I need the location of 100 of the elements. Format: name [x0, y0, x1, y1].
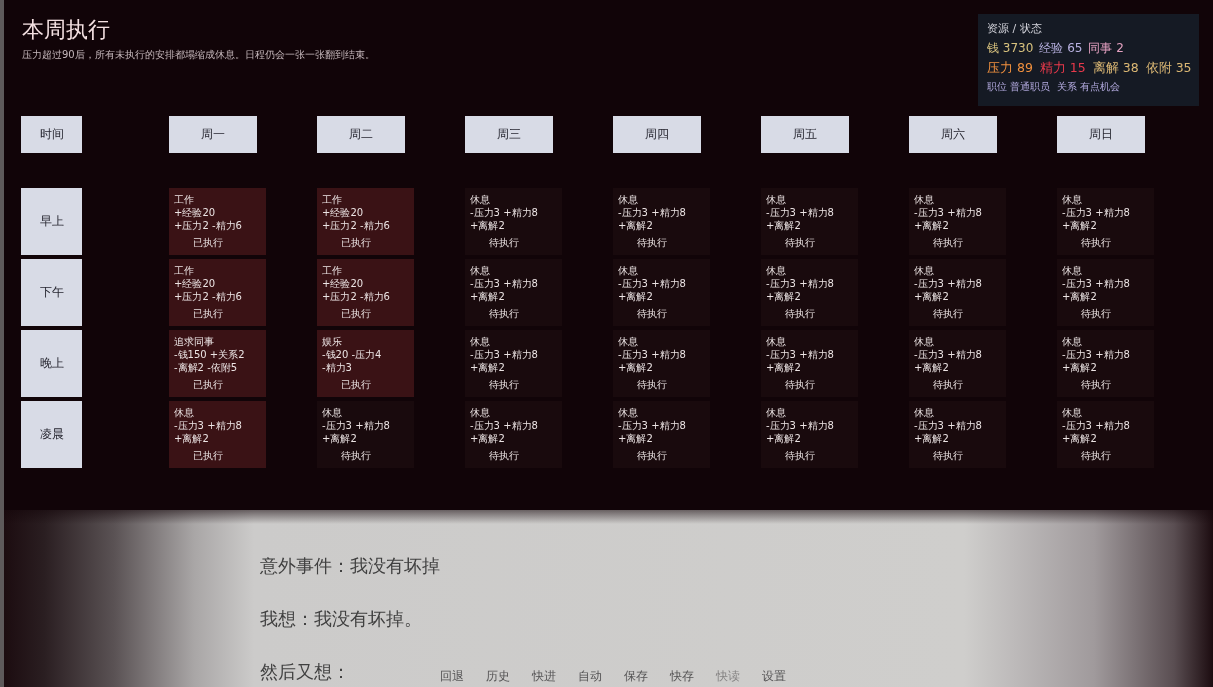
- status-text: 待执行: [1080, 307, 1111, 320]
- info-text: 职位 普通职员: [987, 80, 1051, 93]
- activity-name: 休息: [1062, 335, 1082, 348]
- effect-text: +离解2: [914, 290, 949, 303]
- effect-text: +离解2: [914, 219, 949, 232]
- effect-text: -压力3 +精力8: [470, 348, 538, 361]
- activity-name: 休息: [470, 335, 490, 348]
- effect-text: -压力3 +精力8: [1062, 206, 1130, 219]
- effect-text: -精力3: [322, 361, 352, 374]
- effect-text: +压力2 -精力6: [322, 219, 390, 232]
- activity-name: 休息: [618, 335, 638, 348]
- activity-name: 休息: [914, 406, 934, 419]
- status-text: 已执行: [340, 378, 371, 391]
- activity-name: 休息: [470, 193, 490, 206]
- activity-name: 休息: [618, 406, 638, 419]
- time-slot-label: 早上: [21, 188, 82, 255]
- day-header: 周五: [761, 116, 849, 153]
- effect-text: +离解2: [618, 290, 653, 303]
- activity-name: 休息: [470, 406, 490, 419]
- activity-name: 休息: [618, 193, 638, 206]
- status-text: 待执行: [340, 449, 371, 462]
- effect-text: +离解2: [470, 361, 505, 374]
- effect-text: -压力3 +精力8: [914, 206, 982, 219]
- activity-name: 追求同事: [174, 335, 214, 348]
- effect-text: +离解2: [470, 290, 505, 303]
- status-text: 待执行: [784, 307, 815, 320]
- day-header: 周六: [909, 116, 997, 153]
- effect-text: +离解2: [1062, 219, 1097, 232]
- effect-text: -压力3 +精力8: [914, 348, 982, 361]
- effect-text: -钱150 +关系2: [174, 348, 245, 361]
- stat-text: 同事 2: [1088, 40, 1124, 56]
- stat-text: 压力 89: [987, 60, 1033, 76]
- effect-text: -钱20 -压力4: [322, 348, 382, 361]
- quick-menu-button[interactable]: 设置: [762, 669, 786, 684]
- dialogue-text: 我想：我没有坏掉。: [260, 607, 422, 631]
- quick-menu-button[interactable]: 自动: [578, 669, 602, 684]
- status-text: 待执行: [784, 378, 815, 391]
- effect-text: -压力3 +精力8: [618, 206, 686, 219]
- quick-menu-button[interactable]: 回退: [440, 669, 464, 684]
- effect-text: +离解2: [1062, 432, 1097, 445]
- effect-text: -压力3 +精力8: [766, 348, 834, 361]
- quick-menu-button[interactable]: 快进: [532, 669, 556, 684]
- effect-text: +压力2 -精力6: [322, 290, 390, 303]
- effect-text: +离解2: [618, 361, 653, 374]
- dialogue-text: 意外事件：我没有坏掉: [260, 554, 440, 578]
- effect-text: +压力2 -精力6: [174, 219, 242, 232]
- status-text: 待执行: [488, 236, 519, 249]
- effect-text: +经验20: [174, 277, 216, 290]
- activity-name: 工作: [322, 264, 342, 277]
- activity-name: 娱乐: [322, 335, 342, 348]
- dialogue-text: 然后又想：: [260, 660, 350, 684]
- activity-name: 工作: [174, 193, 194, 206]
- effect-text: -压力3 +精力8: [322, 419, 390, 432]
- status-text: 待执行: [1080, 449, 1111, 462]
- activity-name: 休息: [914, 264, 934, 277]
- time-header: 时间: [21, 116, 82, 153]
- activity-name: 休息: [766, 264, 786, 277]
- day-header: 周一: [169, 116, 257, 153]
- effect-text: -压力3 +精力8: [766, 419, 834, 432]
- day-header: 周二: [317, 116, 405, 153]
- activity-name: 休息: [174, 406, 194, 419]
- effect-text: +离解2: [470, 432, 505, 445]
- effect-text: +离解2: [618, 432, 653, 445]
- quick-menu-button[interactable]: 保存: [624, 669, 648, 684]
- status-text: 已执行: [192, 236, 223, 249]
- activity-name: 休息: [1062, 406, 1082, 419]
- effect-text: +离解2: [618, 219, 653, 232]
- effect-text: -压力3 +精力8: [470, 419, 538, 432]
- status-text: 待执行: [1080, 236, 1111, 249]
- effect-text: -压力3 +精力8: [1062, 419, 1130, 432]
- effect-text: +离解2: [766, 219, 801, 232]
- effect-text: +离解2: [914, 432, 949, 445]
- status-text: 待执行: [488, 307, 519, 320]
- effect-text: +离解2: [322, 432, 357, 445]
- time-slot-label: 凌晨: [21, 401, 82, 468]
- day-header: 周日: [1057, 116, 1145, 153]
- quick-menu-button[interactable]: 历史: [486, 669, 510, 684]
- status-text: 待执行: [932, 449, 963, 462]
- effect-text: +压力2 -精力6: [174, 290, 242, 303]
- time-slot-label: 下午: [21, 259, 82, 326]
- effect-text: -压力3 +精力8: [618, 348, 686, 361]
- status-text: 待执行: [636, 449, 667, 462]
- effect-text: +离解2: [174, 432, 209, 445]
- activity-name: 休息: [1062, 193, 1082, 206]
- effect-text: +离解2: [766, 290, 801, 303]
- activity-name: 休息: [914, 193, 934, 206]
- status-text: 待执行: [636, 307, 667, 320]
- status-text: 待执行: [932, 307, 963, 320]
- status-text: 待执行: [1080, 378, 1111, 391]
- panel-title: 资源 / 状态: [987, 22, 1043, 36]
- quick-menu-button[interactable]: 快存: [670, 669, 694, 684]
- effect-text: +离解2: [766, 361, 801, 374]
- activity-name: 休息: [1062, 264, 1082, 277]
- effect-text: -压力3 +精力8: [174, 419, 242, 432]
- effect-text: -压力3 +精力8: [914, 419, 982, 432]
- effect-text: -压力3 +精力8: [766, 206, 834, 219]
- activity-name: 休息: [322, 406, 342, 419]
- effect-text: -压力3 +精力8: [914, 277, 982, 290]
- status-text: 已执行: [192, 449, 223, 462]
- stat-text: 精力 15: [1039, 60, 1086, 76]
